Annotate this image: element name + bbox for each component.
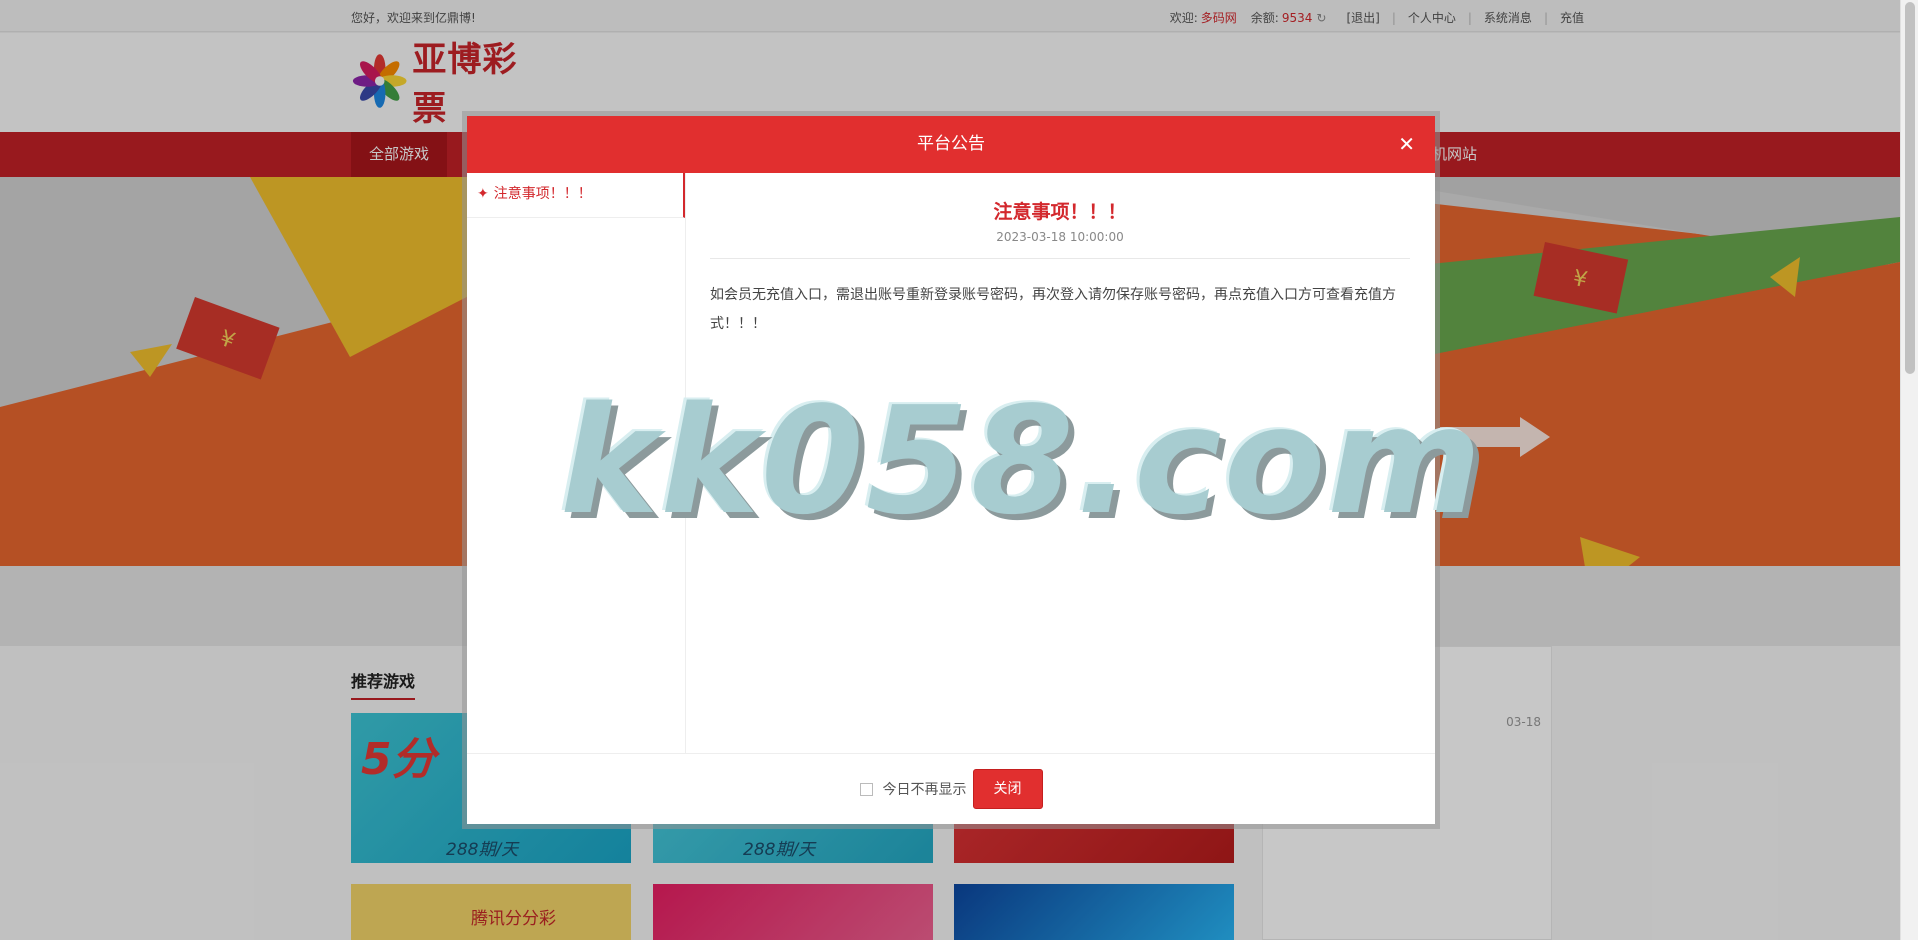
watermark-text: kk058.com bbox=[560, 375, 1484, 547]
notice-time: 2023-03-18 10:00:00 bbox=[996, 230, 1124, 244]
modal-title: 平台公告 bbox=[917, 134, 985, 154]
close-icon[interactable]: ✕ bbox=[1398, 116, 1415, 173]
notice-title: 注意事项！！！ bbox=[993, 201, 1127, 223]
notice-divider bbox=[710, 258, 1410, 259]
modal-footer: 今日不再显示 关闭 bbox=[467, 753, 1435, 824]
dont-show-today-checkbox[interactable] bbox=[859, 782, 873, 796]
scrollbar-thumb[interactable] bbox=[1905, 2, 1915, 374]
notice-list-item-label: 注意事项！！！ bbox=[493, 186, 592, 202]
notice-body: 如会员无充值入口，需退出账号重新登录账号密码，再次登入请勿保存账号密码，再点充值… bbox=[710, 287, 1396, 332]
page-scrollbar[interactable] bbox=[1900, 0, 1918, 940]
notice-list-item[interactable]: ✦ 注意事项！！！ bbox=[467, 173, 685, 218]
dont-show-today-label[interactable]: 今日不再显示 bbox=[883, 779, 967, 799]
modal-header: 平台公告 ✕ bbox=[467, 116, 1435, 173]
close-button[interactable]: 关闭 bbox=[972, 769, 1043, 809]
diamond-star-icon: ✦ bbox=[477, 186, 489, 202]
